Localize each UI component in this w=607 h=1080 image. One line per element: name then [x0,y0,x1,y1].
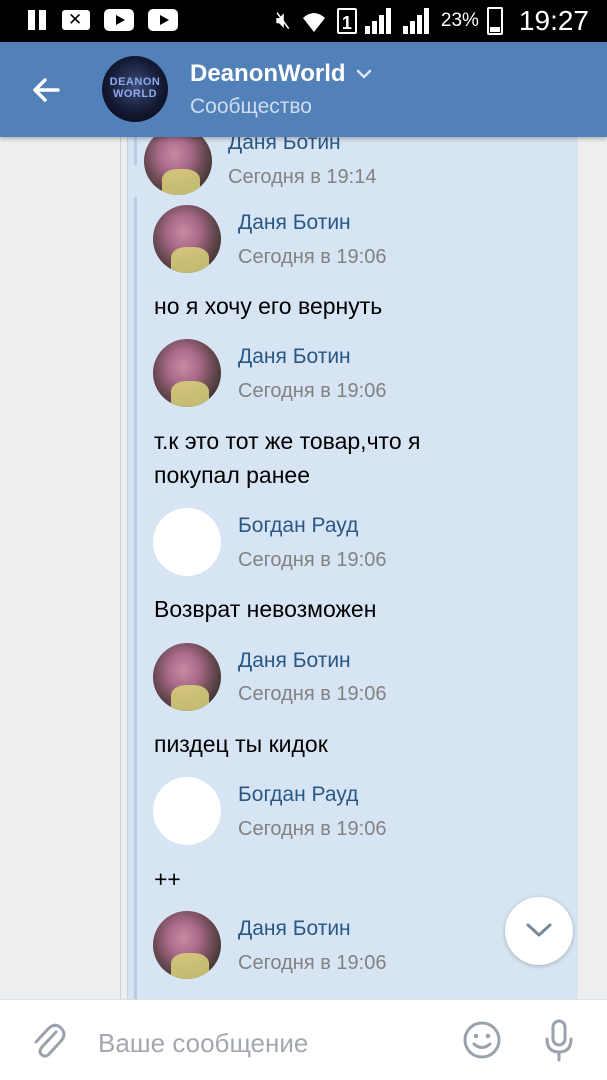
avatar[interactable] [153,339,221,407]
status-bar: 🔇︎ 1 23% 19:27 [0,0,607,42]
avatar[interactable] [153,643,221,711]
message-time: Сегодня в 19:06 [238,380,387,402]
community-avatar[interactable]: DEANON WORLD [102,56,168,122]
youtube-icon [104,9,134,31]
forward-outer-border [120,137,128,999]
battery-icon [486,7,503,35]
youtube-icon [148,9,178,31]
avatar[interactable] [153,508,221,576]
message-composer [0,999,607,1080]
message-time: Сегодня в 19:06 [238,952,387,974]
community-subtitle: Сообщество [190,95,312,118]
chat-area[interactable]: Даня Ботин Сегодня в 19:14 Даня Ботин Се… [0,137,607,999]
mail-icon [62,10,90,30]
arrow-left-icon [33,78,60,102]
signal-icon [364,8,395,34]
community-title[interactable]: DeanonWorld [190,60,372,88]
community-title-text: DeanonWorld [190,60,346,87]
signal-icon [402,8,433,34]
author-name[interactable]: Богдан Рауд [238,514,358,538]
author-name[interactable]: Даня Ботин [238,917,351,941]
message-time: Сегодня в 19:06 [238,246,387,268]
emoji-icon[interactable] [462,1020,502,1060]
forward-nesting-line [134,197,137,999]
message-input[interactable] [96,1022,430,1064]
author-name[interactable]: Даня Ботин [238,649,351,673]
message-text: но я хочу его вернуть [154,293,383,319]
message-text: т.к это тот же товар,что я покупал ранее [154,428,421,488]
back-button[interactable] [24,68,68,112]
message-text: Возврат невозможен [154,596,377,622]
author-name[interactable]: Богдан Рауд [238,783,358,807]
avatar[interactable] [153,777,221,845]
message-text: ++ [154,866,181,892]
author-name[interactable]: Даня Ботин [228,137,341,155]
message-time: Сегодня в 19:06 [238,818,387,840]
wifi-icon [302,13,325,32]
scroll-down-button[interactable] [505,897,573,965]
paperclip-icon[interactable] [30,1020,66,1060]
forward-nesting-line [134,137,137,165]
sim-icon: 1 [336,8,357,34]
chevron-down-icon [356,69,371,79]
message-time: Сегодня в 19:14 [228,166,377,188]
avatar-logo-text: DEANON WORLD [109,76,161,100]
clock: 19:27 [518,5,589,36]
author-name[interactable]: Даня Ботин [238,345,351,369]
battery-percent: 23% [440,10,479,31]
message-text: пиздец ты кидок [154,731,328,757]
mic-icon[interactable] [542,1018,576,1064]
author-name[interactable]: Даня Ботин [238,211,351,235]
pause-icon [26,9,48,31]
message-time: Сегодня в 19:06 [238,683,387,705]
message-time: Сегодня в 19:06 [238,549,387,571]
avatar[interactable] [153,205,221,273]
toolbar: DEANON WORLD DeanonWorld Сообщество [0,42,607,137]
chevron-down-icon [526,923,552,937]
mute-icon: 🔇︎ [275,7,291,34]
avatar[interactable] [153,911,221,979]
